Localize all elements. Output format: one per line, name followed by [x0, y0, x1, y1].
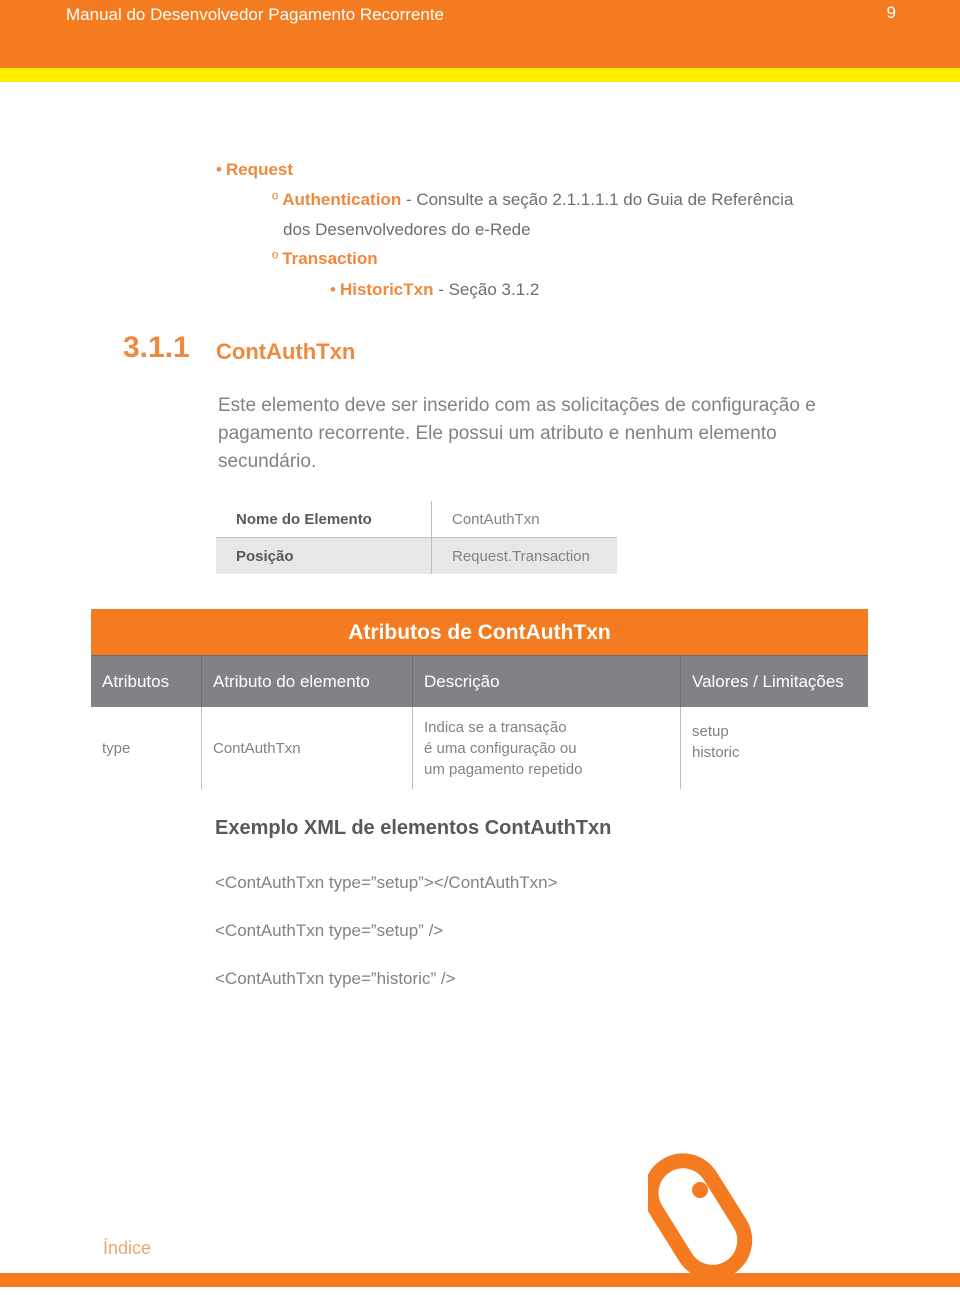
- outline-text: - Consulte a seção 2.1.1.1.1 do Guia de …: [401, 190, 794, 209]
- bullet-icon: º: [272, 190, 279, 209]
- column-header: Valores / Limitações: [680, 655, 868, 707]
- values-cell: setup historic: [681, 707, 869, 789]
- document-title: Manual do Desenvolvedor Pagamento Recorr…: [66, 5, 445, 24]
- outline-historic: • HistoricTxn - Seção 3.1.2: [330, 280, 539, 300]
- outline-request: • Request: [216, 160, 293, 180]
- element-attribute-cell: ContAuthTxn: [201, 707, 413, 789]
- attributes-table-title: Atributos de ContAuthTxn: [91, 609, 868, 655]
- description-line: é uma configuração ou: [424, 739, 577, 757]
- table-row: type ContAuthTxn Indica se a transação é…: [91, 707, 868, 789]
- element-name-label: Nome do Elemento: [216, 501, 432, 538]
- section-title: ContAuthTxn: [216, 339, 356, 364]
- outline-authentication: º Authentication - Consulte a seção 2.1.1…: [272, 190, 793, 210]
- outline-transaction: º Transaction: [272, 249, 378, 269]
- xml-example-line: <ContAuthTxn type=”setup”></ContAuthTxn>: [215, 873, 558, 892]
- value-item: historic: [692, 744, 740, 761]
- outline-authentication-cont: dos Desenvolvedores do e-Rede: [283, 220, 531, 239]
- position-value: Request.Transaction: [431, 537, 617, 574]
- column-header: Atributo do elemento: [201, 655, 413, 707]
- position-label: Posição: [216, 537, 432, 574]
- table-row: Nome do Elemento ContAuthTxn: [216, 501, 617, 538]
- outline-label: Transaction: [282, 249, 378, 268]
- footer-line: [0, 1273, 960, 1287]
- page-number: 9: [886, 3, 896, 22]
- bullet-icon: •: [330, 280, 336, 299]
- attributes-grid: Atributos Atributo do elemento Descrição…: [91, 655, 868, 789]
- attributes-table: Atributos de ContAuthTxn Atributos Atrib…: [91, 609, 868, 789]
- page-header: Manual do Desenvolvedor Pagamento Recorr…: [0, 0, 960, 68]
- outline-text: - Seção 3.1.2: [433, 280, 540, 299]
- element-name-value: ContAuthTxn: [431, 501, 617, 538]
- xml-example-line: <ContAuthTxn type=”setup” />: [215, 921, 444, 940]
- value-item: setup: [692, 723, 729, 740]
- outline-label: Authentication: [282, 190, 402, 209]
- column-header: Descrição: [412, 655, 681, 707]
- header-accent-stripe: [0, 68, 960, 82]
- xml-example-title: Exemplo XML de elementos ContAuthTxn: [215, 817, 612, 839]
- bullet-icon: º: [272, 249, 279, 268]
- element-info-table: Nome do Elemento ContAuthTxn Posição Req…: [216, 501, 617, 574]
- bullet-icon: •: [216, 160, 222, 179]
- description-line: um pagamento repetido: [424, 760, 583, 778]
- xml-example-line: <ContAuthTxn type=”historic” />: [215, 969, 456, 988]
- description-cell: Indica se a transação é uma configuração…: [412, 707, 681, 789]
- table-row: Posição Request.Transaction: [216, 537, 617, 574]
- outline-label: HistoricTxn: [339, 280, 434, 299]
- attribute-cell: type: [91, 707, 202, 789]
- mouse-icon: [648, 1153, 753, 1280]
- section-number: 3.1.1: [123, 331, 190, 364]
- table-header-row: Atributos Atributo do elemento Descrição…: [91, 655, 868, 707]
- description-line: Indica se a transação: [424, 718, 567, 736]
- column-header: Atributos: [91, 655, 202, 707]
- outline-label: Request: [225, 160, 294, 179]
- index-link[interactable]: Índice: [103, 1238, 151, 1259]
- section-description: Este elemento deve ser inserido com as s…: [218, 395, 816, 472]
